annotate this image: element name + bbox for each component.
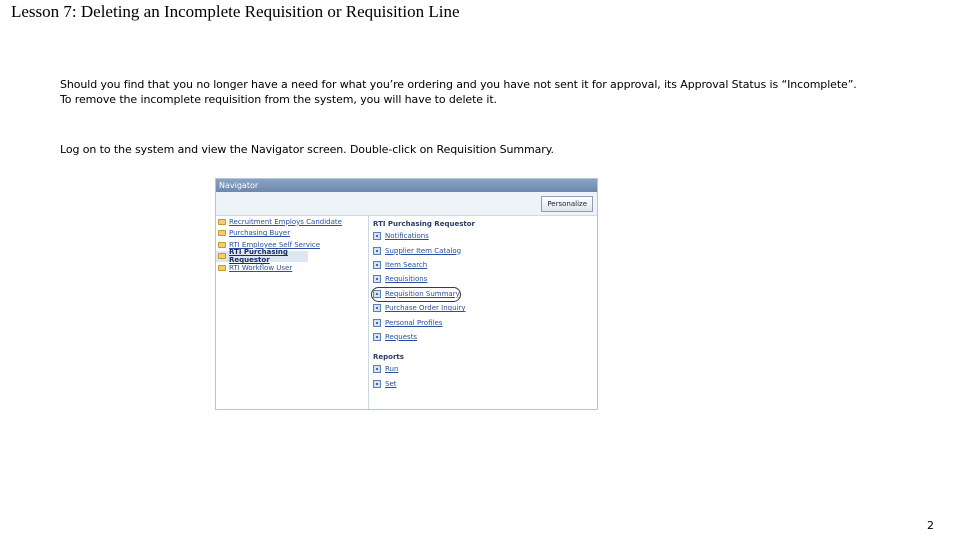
report-item-set[interactable]: Set bbox=[371, 377, 597, 391]
responsibility-item-workflow-user[interactable]: RTI Workflow User bbox=[216, 262, 368, 274]
instruction-paragraph: Log on to the system and view the Naviga… bbox=[60, 143, 554, 156]
page-icon bbox=[373, 332, 381, 341]
report-label: Run bbox=[385, 365, 399, 374]
responsibility-item-recruitment[interactable]: Recruitment Employs Candidate bbox=[216, 216, 368, 228]
function-item-requisitions[interactable]: Requisitions bbox=[371, 272, 597, 286]
folder-icon bbox=[218, 241, 226, 248]
responsibility-item-purchasing-requestor[interactable]: RTI Purchasing Requestor bbox=[216, 248, 308, 265]
function-label: Supplier Item Catalog bbox=[385, 246, 462, 255]
navigator-toolbar: Personalize bbox=[216, 192, 597, 216]
page-icon bbox=[373, 275, 381, 284]
function-item-personal-profiles[interactable]: Personal Profiles bbox=[371, 315, 597, 329]
folder-icon bbox=[218, 264, 226, 271]
responsibility-item-purchasing-buyer[interactable]: Purchasing Buyer bbox=[216, 228, 368, 240]
navigator-screenshot: Navigator Personalize Recruitment Employ… bbox=[215, 178, 598, 410]
lesson-title: Lesson 7: Deleting an Incomplete Requisi… bbox=[11, 2, 460, 21]
function-label: Item Search bbox=[385, 260, 428, 269]
page-icon bbox=[373, 232, 381, 241]
function-item-requests[interactable]: Requests bbox=[371, 330, 597, 344]
responsibility-label: RTI Workflow User bbox=[229, 263, 293, 272]
intro-line-1: Should you find that you no longer have … bbox=[60, 78, 857, 91]
responsibility-label: Recruitment Employs Candidate bbox=[229, 217, 342, 226]
personalize-button[interactable]: Personalize bbox=[541, 196, 593, 212]
intro-line-2: To remove the incomplete requisition fro… bbox=[60, 93, 497, 106]
function-item-purchase-order-inquiry[interactable]: Purchase Order Inquiry bbox=[371, 301, 597, 315]
intro-paragraph: Should you find that you no longer have … bbox=[60, 77, 857, 107]
function-item-requisition-summary[interactable]: Requisition Summary bbox=[371, 286, 597, 302]
folder-icon bbox=[218, 253, 226, 260]
function-item-supplier-item-catalog[interactable]: Supplier Item Catalog bbox=[371, 243, 597, 257]
folder-icon bbox=[218, 218, 226, 225]
reports-title: Reports bbox=[373, 353, 404, 362]
function-panel: RTI Purchasing Requestor Notifications S… bbox=[371, 216, 597, 409]
highlight-circle bbox=[371, 286, 461, 302]
page-icon bbox=[373, 379, 381, 388]
page-icon bbox=[373, 289, 381, 298]
page-icon bbox=[373, 260, 381, 269]
responsibility-label: RTI Purchasing Requestor bbox=[229, 248, 288, 265]
responsibility-label: Purchasing Buyer bbox=[229, 229, 291, 238]
section-title: RTI Purchasing Requestor bbox=[373, 220, 475, 228]
page-number: 2 bbox=[927, 519, 934, 532]
navigator-header: Navigator bbox=[216, 179, 597, 192]
folder-icon bbox=[218, 230, 226, 237]
page-icon bbox=[373, 365, 381, 374]
function-label: Notifications bbox=[385, 232, 429, 241]
report-label: Set bbox=[385, 379, 397, 388]
function-label: Purchase Order Inquiry bbox=[385, 304, 466, 313]
function-item-notifications[interactable]: Notifications bbox=[371, 229, 597, 243]
function-label: Personal Profiles bbox=[385, 318, 443, 327]
report-item-run[interactable]: Run bbox=[371, 362, 597, 376]
responsibility-list: Recruitment Employs Candidate Purchasing… bbox=[216, 216, 369, 409]
function-label: Requests bbox=[385, 332, 418, 341]
page-icon bbox=[373, 318, 381, 327]
page-icon bbox=[373, 246, 381, 255]
page-icon bbox=[373, 304, 381, 313]
function-item-item-search[interactable]: Item Search bbox=[371, 258, 597, 272]
function-label: Requisitions bbox=[385, 275, 428, 284]
